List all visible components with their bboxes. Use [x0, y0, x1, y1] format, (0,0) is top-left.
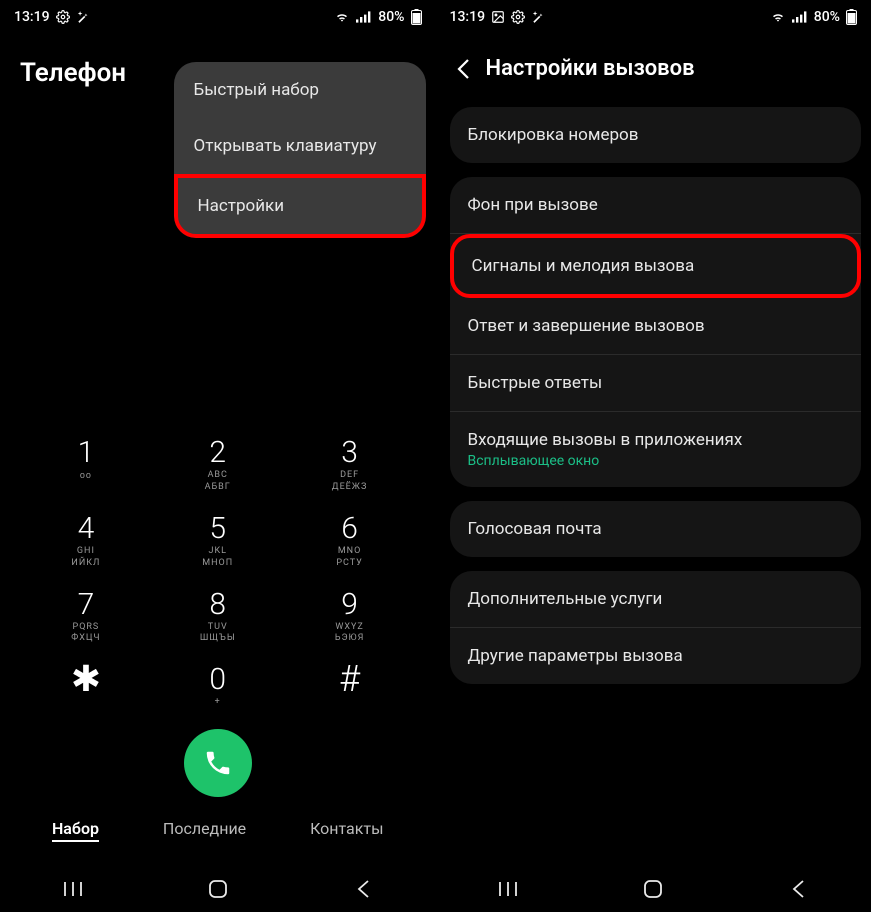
- gear-icon: [511, 10, 525, 24]
- status-time: 13:19: [450, 9, 486, 25]
- key-3[interactable]: 3DEFДЕЁЖЗ: [290, 432, 410, 502]
- key-0[interactable]: 0+: [158, 659, 278, 719]
- key-hash[interactable]: #: [290, 659, 410, 719]
- status-bar: 13:19 80%: [0, 0, 436, 34]
- image-icon: [491, 10, 505, 24]
- wifi-icon: [770, 10, 786, 24]
- settings-item[interactable]: Быстрые ответы: [450, 355, 862, 412]
- phone-left: 13:19 80% Телефон Быстрый набор Открыв: [0, 0, 436, 912]
- nav-back-icon[interactable]: [351, 877, 375, 901]
- status-battery-pct: 80%: [814, 9, 840, 25]
- menu-open-keyboard[interactable]: Открывать клавиатуру: [174, 118, 426, 174]
- settings-item[interactable]: Дополнительные услуги: [450, 571, 862, 628]
- settings-item[interactable]: Блокировка номеров: [450, 107, 862, 163]
- battery-icon: [411, 9, 422, 25]
- settings-item[interactable]: Сигналы и мелодия вызова: [450, 234, 862, 298]
- key-8[interactable]: 8TUVШЩЪЫ: [158, 584, 278, 654]
- settings-subtitle: Всплывающее окно: [468, 453, 844, 469]
- settings-item[interactable]: Входящие вызовы в приложенияхВсплывающее…: [450, 412, 862, 487]
- settings-item[interactable]: Голосовая почта: [450, 501, 862, 557]
- settings-item[interactable]: Ответ и завершение вызовов: [450, 298, 862, 355]
- menu-settings[interactable]: Настройки: [174, 174, 426, 238]
- settings-list: Блокировка номеров Фон при вызовеСигналы …: [436, 103, 871, 866]
- nav-back-icon[interactable]: [786, 877, 810, 901]
- phone-icon: [203, 748, 233, 778]
- dialpad: 1ᴏᴏ 2ABCАБВГ 3DEFДЕЁЖЗ 4GHIИЙКЛ 5JKLМНОП…: [0, 432, 436, 866]
- settings-header: Настройки вызовов: [436, 34, 871, 103]
- signal-icon: [356, 10, 372, 24]
- settings-item[interactable]: Другие параметры вызова: [450, 628, 862, 684]
- status-battery-pct: 80%: [378, 9, 404, 25]
- tab-dialer[interactable]: Набор: [52, 819, 99, 842]
- nav-bar: [436, 866, 871, 912]
- status-time: 13:19: [14, 9, 50, 25]
- key-2[interactable]: 2ABCАБВГ: [158, 432, 278, 502]
- signal-icon: [792, 10, 808, 24]
- status-bar: 13:19 80%: [436, 0, 871, 34]
- key-5[interactable]: 5JKLМНОП: [158, 508, 278, 578]
- phone-right: 13:19 80% Нас: [436, 0, 871, 912]
- settings-title: Настройки вызовов: [486, 56, 695, 81]
- nav-home-icon[interactable]: [206, 877, 230, 901]
- key-4[interactable]: 4GHIИЙКЛ: [26, 508, 146, 578]
- key-star[interactable]: ✱: [26, 659, 146, 719]
- settings-group: Фон при вызовеСигналы и мелодия вызоваОт…: [450, 177, 862, 487]
- wand-icon: [531, 10, 545, 24]
- nav-bar: [0, 866, 436, 912]
- popup-menu: Быстрый набор Открывать клавиатуру Настр…: [174, 62, 426, 238]
- settings-group: Блокировка номеров: [450, 107, 862, 163]
- back-icon[interactable]: [454, 58, 472, 80]
- settings-group: Голосовая почта: [450, 501, 862, 557]
- tabs: Набор Последние Контакты: [20, 811, 416, 856]
- gear-icon: [56, 10, 70, 24]
- nav-recents-icon[interactable]: [496, 877, 520, 901]
- nav-recents-icon[interactable]: [61, 877, 85, 901]
- wifi-icon: [334, 10, 350, 24]
- battery-icon: [846, 9, 857, 25]
- tab-recent[interactable]: Последние: [163, 819, 246, 842]
- key-9[interactable]: 9WXYZЬЭЮЯ: [290, 584, 410, 654]
- key-1[interactable]: 1ᴏᴏ: [26, 432, 146, 502]
- menu-speed-dial[interactable]: Быстрый набор: [174, 62, 426, 118]
- call-button[interactable]: [184, 729, 252, 797]
- key-7[interactable]: 7PQRSФХЦЧ: [26, 584, 146, 654]
- wand-icon: [76, 10, 90, 24]
- nav-home-icon[interactable]: [641, 877, 665, 901]
- key-6[interactable]: 6MNOРСТУ: [290, 508, 410, 578]
- tab-contacts[interactable]: Контакты: [310, 819, 383, 842]
- settings-item[interactable]: Фон при вызове: [450, 177, 862, 234]
- settings-group: Дополнительные услугиДругие параметры вы…: [450, 571, 862, 684]
